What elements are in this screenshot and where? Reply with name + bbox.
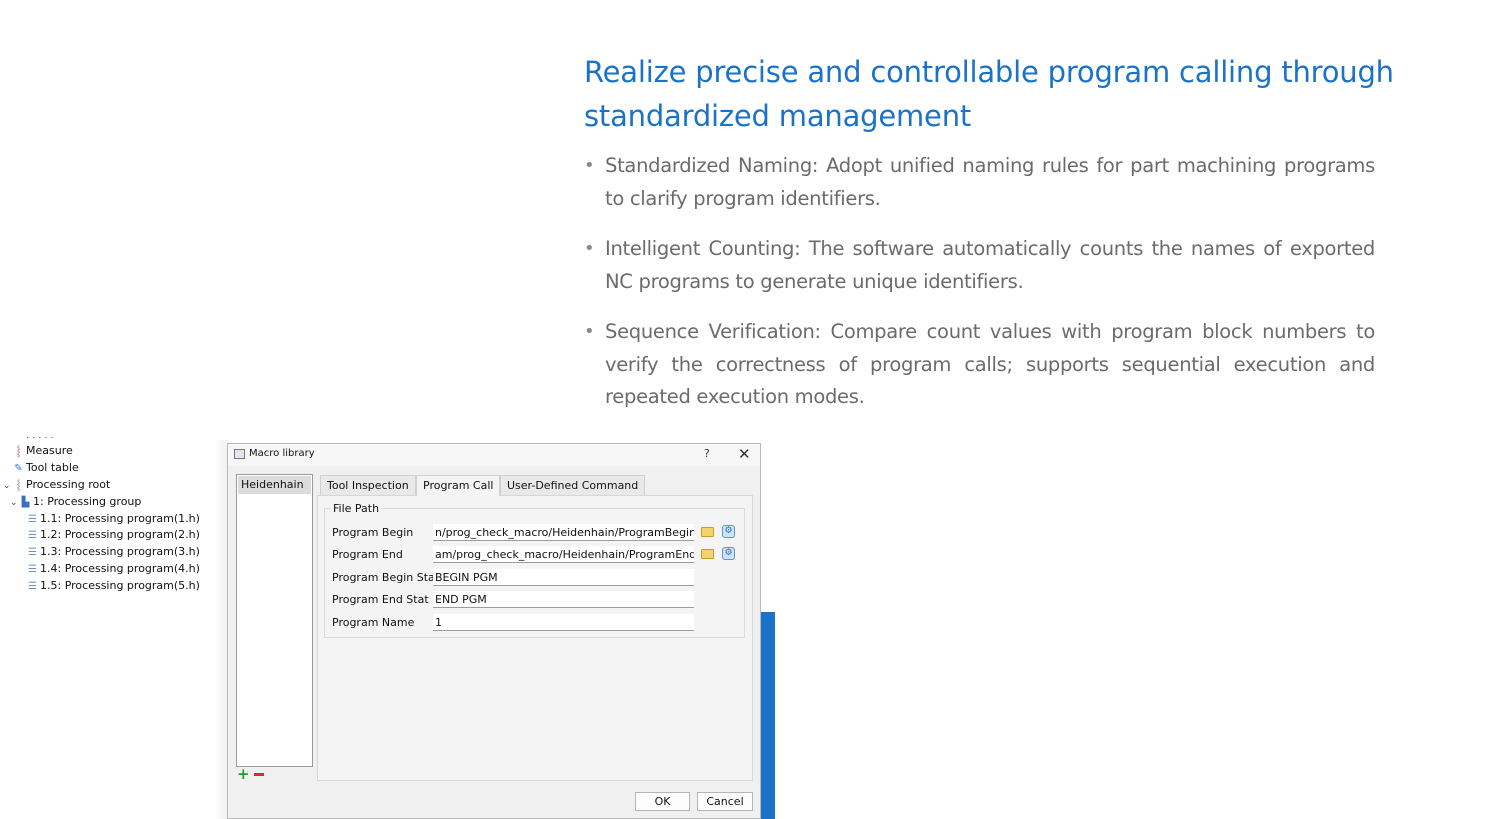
tree-item-tool-table[interactable]: ✎ Tool table [12, 460, 78, 476]
cancel-button[interactable]: Cancel [697, 792, 753, 811]
feature-text: Intelligent Counting: The software autom… [605, 237, 1375, 293]
library-list[interactable]: Heidenhain [236, 474, 313, 767]
program-begin-field[interactable]: n/prog_check_macro/Heidenhain/ProgramBeg… [433, 524, 694, 541]
pin-icon: ✎ [14, 463, 23, 474]
gear-icon[interactable]: ⚙ [722, 525, 735, 538]
feature-list: • Standardized Naming: Adopt unified nam… [584, 150, 1375, 432]
program-end-stat-field[interactable]: END PGM [433, 591, 694, 608]
program-icon: ☰ [28, 514, 37, 525]
feature-text: Sequence Verification: Compare count val… [605, 320, 1375, 408]
tab-tool-inspection[interactable]: Tool Inspection [320, 475, 416, 495]
program-icon: ☰ [28, 547, 37, 558]
feature-item-naming: • Standardized Naming: Adopt unified nam… [584, 150, 1375, 215]
dialog-shadow [214, 440, 228, 819]
library-item-heidenhain[interactable]: Heidenhain [238, 476, 311, 494]
tree-item-processing-group[interactable]: ⌄ ▙ 1: Processing group [10, 494, 141, 510]
folder-icon[interactable] [701, 527, 714, 537]
group-icon: ▙ [21, 497, 30, 508]
program-begin-stat-label: Program Begin Stat [332, 571, 440, 584]
tree-item-program-5[interactable]: ☰ 1.5: Processing program(5.h) [26, 578, 200, 594]
program-end-label: Program End [332, 548, 403, 561]
tree-item-processing-root[interactable]: ⌄ ⸾ Processing root [3, 477, 110, 493]
program-end-field[interactable]: am/prog_check_macro/Heidenhain/ProgramEn… [433, 546, 694, 563]
gear-icon[interactable]: ⚙ [722, 547, 735, 560]
close-icon[interactable]: ✕ [738, 445, 751, 463]
feature-item-counting: • Intelligent Counting: The software aut… [584, 233, 1375, 298]
dialog-titlebar[interactable]: Macro library ? ✕ [228, 444, 760, 466]
dialog-title: Macro library [249, 448, 315, 459]
tree-item-program-4[interactable]: ☰ 1.4: Processing program(4.h) [26, 561, 200, 577]
tab-user-defined-command[interactable]: User-Defined Command [500, 475, 646, 495]
feature-text: Standardized Naming: Adopt unified namin… [605, 154, 1375, 210]
program-begin-stat-field[interactable]: BEGIN PGM [433, 569, 694, 586]
bullet-dot: • [584, 321, 595, 342]
ok-button[interactable]: OK [635, 792, 690, 811]
folder-icon[interactable] [701, 549, 714, 559]
program-name-label: Program Name [332, 616, 415, 629]
tree-item-program-3[interactable]: ☰ 1.3: Processing program(3.h) [26, 544, 200, 560]
root-icon: ⸾ [16, 480, 21, 491]
headline: Realize precise and controllable program… [584, 55, 1394, 133]
tab-program-call[interactable]: Program Call [416, 475, 501, 496]
program-icon: ☰ [28, 581, 37, 592]
program-icon: ☰ [28, 530, 37, 541]
measure-icon: ⸾ [16, 446, 21, 457]
chevron-down-icon[interactable]: ⌄ [10, 495, 19, 511]
feature-item-verification: • Sequence Verification: Compare count v… [584, 316, 1375, 414]
tree-item-program-2[interactable]: ☰ 1.2: Processing program(2.h) [26, 527, 200, 543]
file-path-group-title: File Path [331, 502, 382, 515]
chevron-down-icon[interactable]: ⌄ [3, 478, 12, 494]
tree-item-measure[interactable]: ⸾ Measure [12, 443, 73, 459]
program-begin-label: Program Begin [332, 526, 414, 539]
accent-bar [761, 612, 775, 819]
program-end-stat-label: Program End Stat [332, 593, 429, 606]
program-name-field[interactable]: 1 [433, 614, 694, 631]
bullet-dot: • [584, 238, 595, 259]
tree-item-program-1[interactable]: ☰ 1.1: Processing program(1.h) [26, 511, 200, 527]
add-icon[interactable]: + [237, 767, 250, 782]
macro-library-dialog: Macro library ? ✕ Heidenhain + Tool Insp… [227, 443, 761, 819]
window-icon [234, 449, 245, 459]
program-icon: ☰ [28, 564, 37, 575]
project-tree: ⸾ Measure ✎ Tool table ⌄ ⸾ Processing root ⌄… [0, 436, 225, 606]
remove-icon[interactable] [254, 773, 264, 776]
bullet-dot: • [584, 155, 595, 176]
help-button[interactable]: ? [704, 447, 710, 460]
